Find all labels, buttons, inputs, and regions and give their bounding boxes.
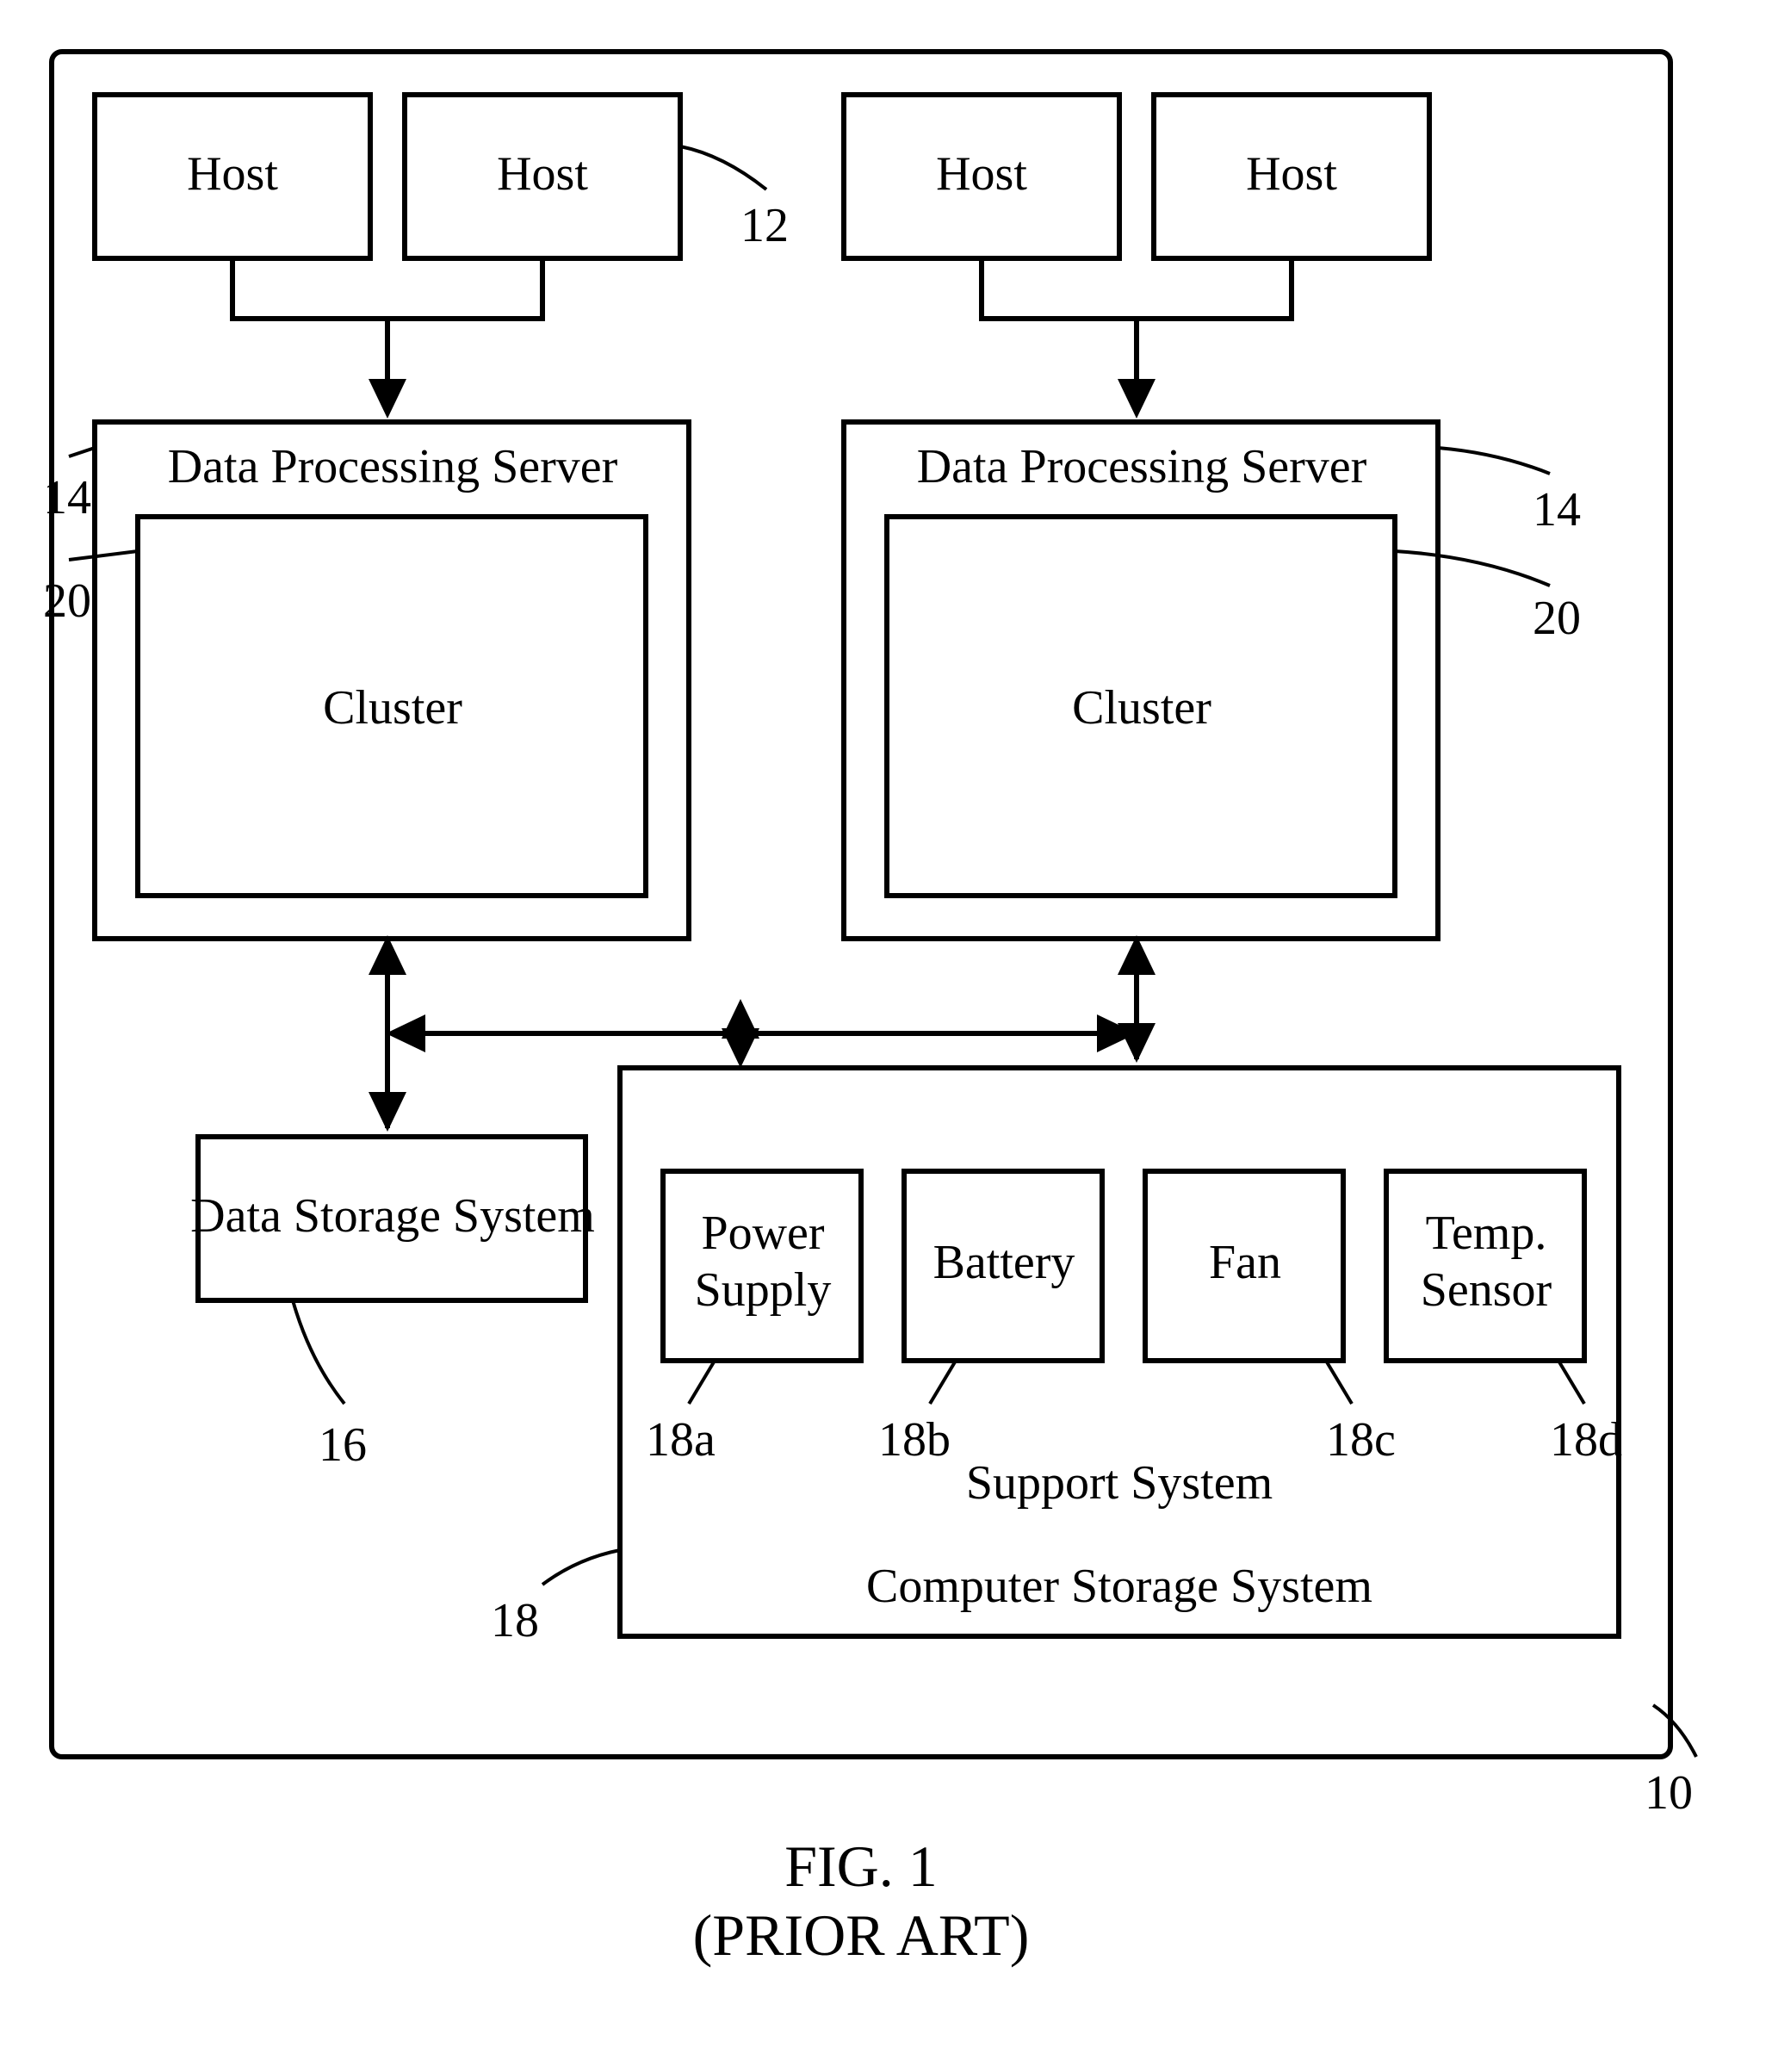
support-item-line2: Sensor bbox=[1421, 1263, 1552, 1317]
host-label: Host bbox=[1246, 147, 1337, 201]
dps-right-id: 14 bbox=[1533, 483, 1581, 537]
cluster-right-id: 20 bbox=[1533, 592, 1581, 645]
host-label: Host bbox=[187, 147, 278, 201]
dps-right: Data Processing Server Cluster bbox=[844, 422, 1438, 939]
support-item-id: 18a bbox=[646, 1413, 716, 1467]
support-item-id: 18b bbox=[878, 1413, 951, 1467]
support-label: Support System bbox=[966, 1456, 1273, 1510]
support-id: 18 bbox=[491, 1594, 539, 1647]
support-item-line1: Fan bbox=[1209, 1236, 1281, 1289]
figure-title-1: FIG. 1 bbox=[784, 1833, 938, 1899]
dps-label: Data Processing Server bbox=[168, 440, 618, 493]
support-item-id: 18d bbox=[1550, 1413, 1622, 1467]
cluster-label: Cluster bbox=[323, 681, 462, 735]
dss-id: 16 bbox=[319, 1418, 367, 1472]
host-label: Host bbox=[497, 147, 588, 201]
support-item-line1: Battery bbox=[933, 1236, 1075, 1289]
dss-label: Data Storage System bbox=[190, 1189, 595, 1243]
support-item-line1: Temp. bbox=[1426, 1207, 1547, 1260]
dps-left: Data Processing Server Cluster bbox=[95, 422, 689, 939]
cluster-left-id: 20 bbox=[43, 574, 91, 628]
host-label: Host bbox=[936, 147, 1027, 201]
host-id: 12 bbox=[740, 199, 789, 252]
dps-left-id: 14 bbox=[43, 471, 91, 524]
cluster-label: Cluster bbox=[1072, 681, 1211, 735]
dps-label: Data Processing Server bbox=[917, 440, 1367, 493]
support-item-line2: Supply bbox=[695, 1263, 832, 1317]
figure-title-2: (PRIOR ART) bbox=[693, 1902, 1030, 1968]
support-item-line1: Power bbox=[701, 1207, 824, 1260]
outer-label: Computer Storage System bbox=[866, 1560, 1372, 1613]
outer-id: 10 bbox=[1645, 1766, 1693, 1820]
support-item-id: 18c bbox=[1326, 1413, 1396, 1467]
